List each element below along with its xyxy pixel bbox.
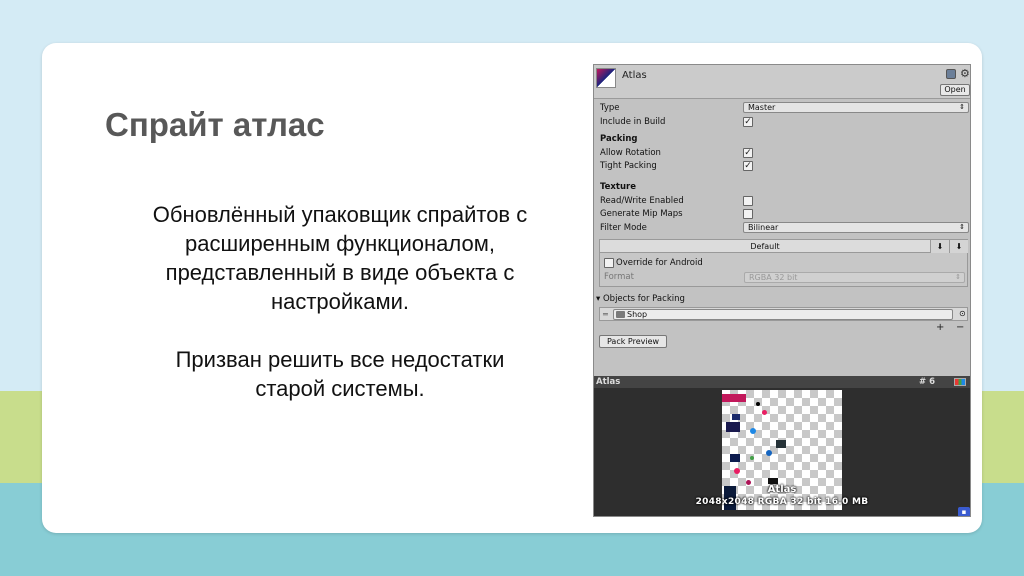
remove-object-button[interactable]: − xyxy=(956,323,964,333)
include-in-build-checkbox[interactable]: ✓ xyxy=(743,117,753,127)
override-android-checkbox[interactable] xyxy=(604,258,614,268)
object-field-shop[interactable]: Shop xyxy=(613,309,953,320)
include-in-build-label: Include in Build xyxy=(600,117,666,127)
mipmaps-label: Generate Mip Maps xyxy=(600,209,683,219)
gear-icon[interactable]: ⚙ xyxy=(960,67,970,80)
objects-list: ═ Shop ⊙ xyxy=(599,307,968,321)
body-line: представленный в виде объекта с xyxy=(165,260,515,285)
tight-packing-checkbox[interactable]: ✓ xyxy=(743,161,753,171)
packing-header: Packing xyxy=(600,134,638,144)
type-label: Type xyxy=(600,103,620,113)
object-name: Shop xyxy=(627,310,648,319)
download-icon[interactable]: ⬇ xyxy=(930,240,949,253)
atlas-preview: Atlas 2048x2048 RGBA 32 bit 16.0 MB ▪ xyxy=(594,388,970,516)
format-value: RGBA 32 bit xyxy=(749,273,798,282)
texture-header: Texture xyxy=(600,182,636,192)
atlas-info-label: 2048x2048 RGBA 32 bit 16.0 MB xyxy=(695,497,869,507)
filter-mode-dropdown[interactable]: Bilinear ⇕ xyxy=(743,222,969,233)
override-android-label: Override for Android xyxy=(616,258,703,268)
type-dropdown[interactable]: Master ⇕ xyxy=(743,102,969,113)
body-line: расширенным функционалом, xyxy=(185,231,495,256)
filter-mode-label: Filter Mode xyxy=(600,223,647,233)
body-line: Призван решить все недостатки xyxy=(175,347,505,372)
foldout-arrow-icon: ▾ xyxy=(596,294,601,304)
dropdown-arrow-icon: ⇕ xyxy=(959,103,965,111)
pack-preview-button[interactable]: Pack Preview xyxy=(599,335,667,348)
preview-header: Atlas # 6 xyxy=(594,376,970,388)
page-count[interactable]: # 6 xyxy=(919,376,935,388)
preview-title: Atlas xyxy=(596,377,621,387)
objects-header[interactable]: ▾ Objects for Packing xyxy=(596,293,685,305)
open-button[interactable]: Open xyxy=(940,84,970,96)
color-channel-icon[interactable] xyxy=(954,378,966,386)
unity-inspector-panel: Atlas ⚙ Open Type Master ⇕ Include in Bui… xyxy=(593,64,971,517)
format-dropdown: RGBA 32 bit ⇕ xyxy=(744,272,965,283)
read-write-checkbox[interactable] xyxy=(743,196,753,206)
objects-header-label: Objects for Packing xyxy=(602,294,685,304)
atlas-thumbnail-icon xyxy=(596,68,616,88)
drag-handle-icon[interactable]: ═ xyxy=(603,310,608,319)
platform-settings: Default ⬇ ⬇ Override for Android Format … xyxy=(599,239,968,287)
body-line: старой системы. xyxy=(255,376,425,401)
tight-packing-label: Tight Packing xyxy=(600,161,657,171)
folder-icon xyxy=(616,311,625,318)
slide-body: Обновлённый упаковщик спрайтов с расшире… xyxy=(100,200,580,403)
slide-title: Спрайт атлас xyxy=(105,106,325,143)
atlas-name-label: Atlas xyxy=(767,484,797,495)
inspector-header: Atlas ⚙ Open xyxy=(594,65,970,99)
filter-mode-value: Bilinear xyxy=(748,223,779,232)
allow-rotation-checkbox[interactable]: ✓ xyxy=(743,148,753,158)
book-icon[interactable] xyxy=(946,69,956,79)
dropdown-arrow-icon: ⇕ xyxy=(955,273,961,281)
tab-default[interactable]: Default xyxy=(600,240,930,253)
mipmaps-checkbox[interactable] xyxy=(743,209,753,219)
read-write-label: Read/Write Enabled xyxy=(600,196,684,206)
asset-name: Atlas xyxy=(622,70,647,81)
dropdown-arrow-icon: ⇕ xyxy=(959,223,965,231)
allow-rotation-label: Allow Rotation xyxy=(600,148,661,158)
resize-corner-icon[interactable]: ▪ xyxy=(958,507,970,516)
android-download-icon[interactable]: ⬇ xyxy=(949,240,968,253)
add-object-button[interactable]: + xyxy=(936,323,944,333)
body-line: Обновлённый упаковщик спрайтов с xyxy=(152,202,528,227)
object-picker-icon[interactable]: ⊙ xyxy=(959,309,966,318)
body-line: настройками. xyxy=(270,289,410,314)
format-label: Format xyxy=(604,272,634,282)
type-value: Master xyxy=(748,103,776,112)
